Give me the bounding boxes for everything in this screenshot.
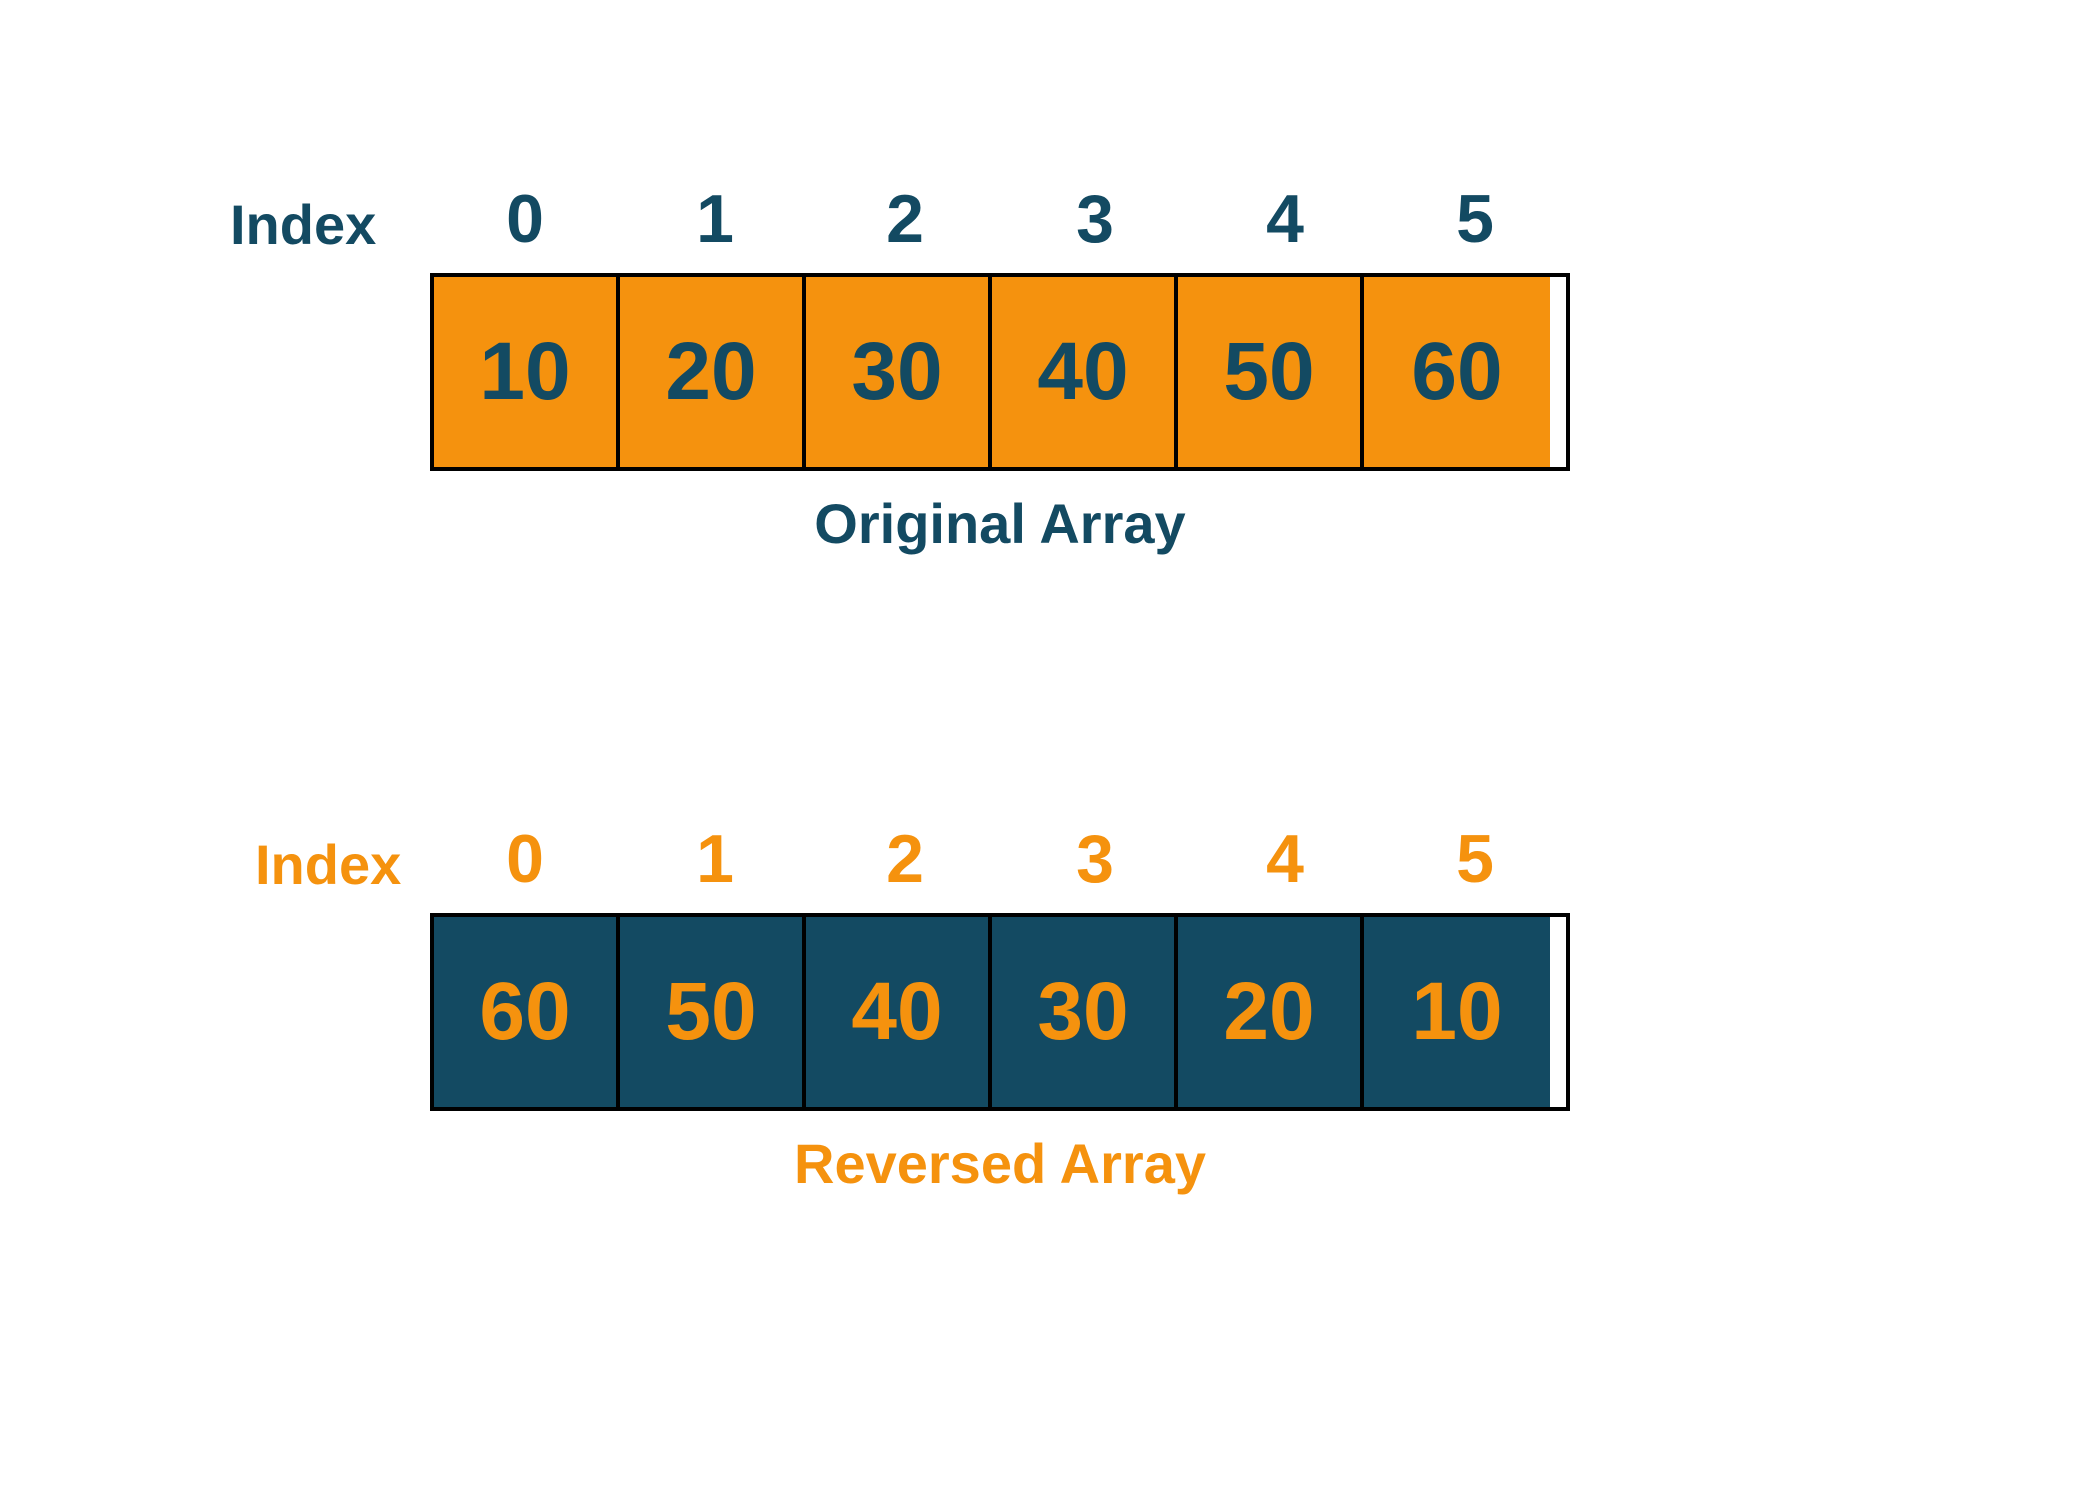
array-cell: 40 [992,277,1178,467]
index-cell: 0 [430,820,620,898]
array-cell: 60 [1364,277,1550,467]
original-array-block: Index 0 1 2 3 4 5 10 20 30 40 50 60 Orig… [430,180,1570,556]
index-cell: 0 [430,180,620,258]
index-cell: 3 [1000,180,1190,258]
array-cell: 20 [620,277,806,467]
array-cell: 40 [806,917,992,1107]
index-cell: 4 [1190,180,1380,258]
reversed-index-label: Index [255,832,401,897]
index-cell: 4 [1190,820,1380,898]
array-cell: 60 [434,917,620,1107]
reversed-array-row: 60 50 40 30 20 10 [430,913,1570,1111]
original-index-row: 0 1 2 3 4 5 [430,180,1570,258]
array-cell: 50 [1178,277,1364,467]
index-cell: 5 [1380,820,1570,898]
index-cell: 2 [810,180,1000,258]
index-cell: 2 [810,820,1000,898]
array-cell: 30 [806,277,992,467]
array-cell: 10 [1364,917,1550,1107]
array-cell: 30 [992,917,1178,1107]
array-cell: 20 [1178,917,1364,1107]
reversed-caption: Reversed Array [430,1131,1570,1196]
original-array-row: 10 20 30 40 50 60 [430,273,1570,471]
array-cell: 10 [434,277,620,467]
array-cell: 50 [620,917,806,1107]
reversed-index-row: 0 1 2 3 4 5 [430,820,1570,898]
original-index-label: Index [230,192,376,257]
index-cell: 1 [620,180,810,258]
index-cell: 3 [1000,820,1190,898]
index-cell: 5 [1380,180,1570,258]
reversed-array-block: Index 0 1 2 3 4 5 60 50 40 30 20 10 Reve… [430,820,1570,1196]
original-caption: Original Array [430,491,1570,556]
index-cell: 1 [620,820,810,898]
